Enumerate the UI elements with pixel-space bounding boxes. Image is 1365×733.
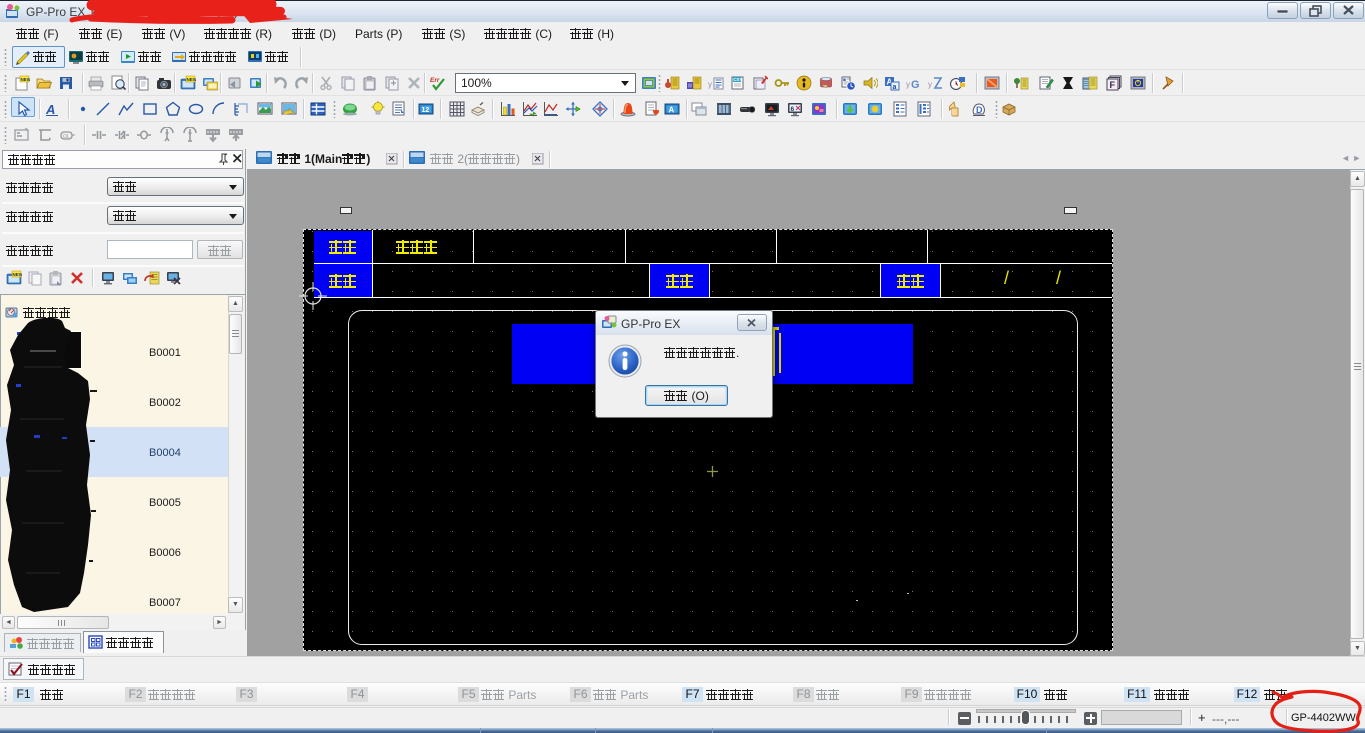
svg-text:a: a [893, 84, 897, 91]
svg-text:y: y [928, 80, 932, 89]
svg-text:G: G [911, 79, 920, 91]
svg-text:F: F [1110, 80, 1116, 90]
svg-text:Err: Err [430, 77, 440, 84]
svg-text:A: A [45, 102, 55, 117]
svg-text:NEW: NEW [21, 77, 31, 82]
svg-text:y: y [708, 80, 712, 89]
svg-text:NEW: NEW [13, 272, 23, 277]
svg-text:y: y [906, 80, 910, 89]
svg-text:D: D [976, 105, 983, 115]
svg-text:A: A [669, 106, 675, 115]
svg-text:OL: OL [63, 134, 70, 140]
svg-text:12: 12 [422, 107, 430, 114]
svg-text:CSV: CSV [733, 77, 742, 82]
svg-text:6: 6 [791, 106, 795, 113]
svg-text:NEW: NEW [187, 77, 197, 82]
